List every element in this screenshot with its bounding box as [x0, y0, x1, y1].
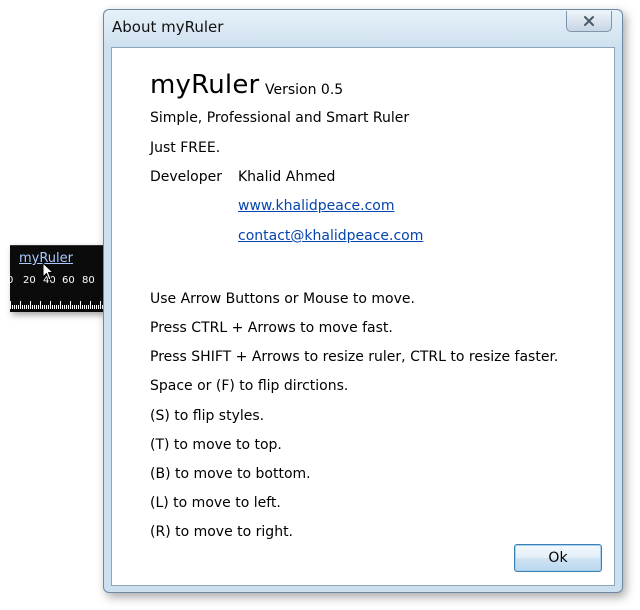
ruler-label: 60 — [62, 275, 75, 286]
website-link[interactable]: www.khalidpeace.com — [238, 198, 394, 214]
instruction-line: (R) to move to right. — [150, 524, 294, 540]
instruction-line: Press CTRL + Arrows to move fast. — [150, 320, 393, 336]
developer-label: Developer — [150, 169, 223, 185]
ruler-label: 0 — [7, 275, 14, 286]
instruction-line: (S) to flip styles. — [150, 408, 265, 424]
tagline: Simple, Professional and Smart Ruler — [150, 110, 410, 126]
dialog-title: About myRuler — [112, 18, 224, 36]
app-name: myRuler — [150, 70, 260, 100]
instruction-line: Press SHIFT + Arrows to resize ruler, CT… — [150, 349, 559, 365]
about-dialog: About myRuler myRuler Version 0.5 Simple… — [103, 9, 623, 593]
close-icon — [584, 16, 594, 26]
version-label: Version 0.5 — [265, 82, 344, 98]
ruler-ticks — [10, 301, 103, 309]
close-button[interactable] — [566, 11, 612, 32]
dialog-content: myRuler Version 0.5 Simple, Professional… — [111, 47, 615, 586]
ruler-label: 20 — [23, 275, 36, 286]
instruction-line: (T) to move to top. — [150, 437, 282, 453]
ruler-widget[interactable]: myRuler 0 20 40 60 80 — [7, 245, 103, 312]
price-text: Just FREE. — [150, 140, 221, 156]
email-link[interactable]: contact@khalidpeace.com — [238, 228, 423, 244]
ruler-label: 80 — [82, 275, 95, 286]
ok-button[interactable]: Ok — [514, 544, 602, 572]
instruction-line: (B) to move to bottom. — [150, 466, 311, 482]
instruction-line: (L) to move to left. — [150, 495, 281, 511]
mouse-cursor-icon — [42, 262, 54, 281]
instruction-line: Space or (F) to flip dirctions. — [150, 378, 349, 394]
developer-name: Khalid Ahmed — [238, 169, 336, 185]
instruction-line: Use Arrow Buttons or Mouse to move. — [150, 291, 415, 307]
